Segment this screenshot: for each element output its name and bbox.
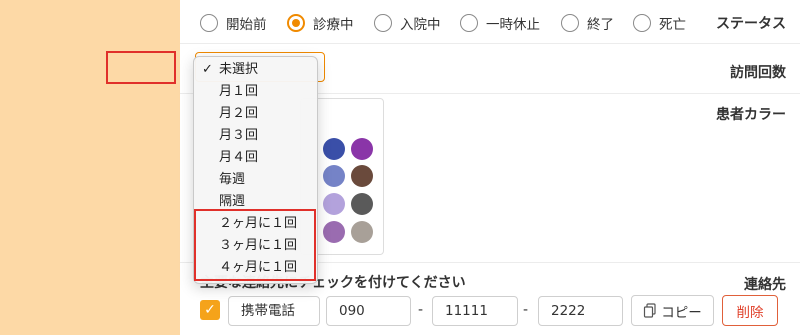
radio-circle	[200, 14, 218, 32]
radio-circle	[287, 14, 305, 32]
radio-circle	[460, 14, 478, 32]
color-swatch[interactable]	[323, 165, 345, 187]
radio-circle	[374, 14, 392, 32]
phone-part3-input[interactable]: 2222	[538, 296, 623, 326]
visit-count-highlight	[106, 51, 176, 84]
copy-button-label: コピー	[661, 304, 702, 321]
delete-button-label: 削除	[736, 304, 764, 321]
status-radio-deceased[interactable]: 死亡	[633, 13, 686, 33]
radio-label: 終了	[587, 17, 614, 33]
color-swatch[interactable]	[323, 138, 345, 160]
dropdown-option[interactable]: ✓ 未選択	[194, 59, 317, 81]
dropdown-option[interactable]: 毎週	[194, 169, 317, 191]
dropdown-option[interactable]: 月２回	[194, 103, 317, 125]
color-swatch[interactable]	[351, 221, 373, 243]
dropdown-option[interactable]: 月１回	[194, 81, 317, 103]
primary-contact-checkbox[interactable]: ✓	[200, 300, 220, 320]
phone-part2-input[interactable]: 11111	[432, 296, 518, 326]
status-radio-ended[interactable]: 終了	[561, 13, 614, 33]
status-radio-in-treatment[interactable]: 診療中	[287, 13, 354, 33]
radio-label: 入院中	[400, 17, 441, 33]
visit-count-label: 訪問回数	[730, 65, 786, 81]
phone-separator: -	[418, 302, 424, 318]
status-radio-hospitalized[interactable]: 入院中	[374, 13, 441, 33]
status-radio-paused[interactable]: 一時休止	[460, 13, 540, 33]
radio-label: 死亡	[659, 17, 686, 33]
copy-button[interactable]: コピー	[631, 295, 714, 326]
radio-label: 一時休止	[486, 17, 540, 33]
delete-button[interactable]: 削除	[722, 295, 778, 326]
contact-label: 連絡先	[744, 277, 786, 293]
phone-separator: -	[523, 302, 529, 318]
color-swatch[interactable]	[351, 138, 373, 160]
color-swatch[interactable]	[351, 165, 373, 187]
radio-circle	[633, 14, 651, 32]
status-radio-before-start[interactable]: 開始前	[200, 13, 267, 33]
color-swatch[interactable]	[351, 193, 373, 215]
radio-label: 診療中	[313, 17, 354, 33]
color-swatch[interactable]	[323, 193, 345, 215]
radio-circle	[561, 14, 579, 32]
checkmark-icon: ✓	[204, 302, 216, 318]
copy-icon	[644, 303, 656, 318]
dropdown-option[interactable]: 月３回	[194, 125, 317, 147]
phone-part1-input[interactable]: 090	[326, 296, 411, 326]
patient-color-label: 患者カラー	[716, 107, 786, 123]
row-divider	[180, 43, 800, 44]
options-highlight	[194, 209, 316, 281]
color-swatch[interactable]	[323, 221, 345, 243]
checkmark-icon: ✓	[202, 62, 213, 77]
contact-type-select[interactable]: 携帯電話	[228, 296, 320, 326]
radio-label: 開始前	[226, 17, 267, 33]
dropdown-option[interactable]: 月４回	[194, 147, 317, 169]
